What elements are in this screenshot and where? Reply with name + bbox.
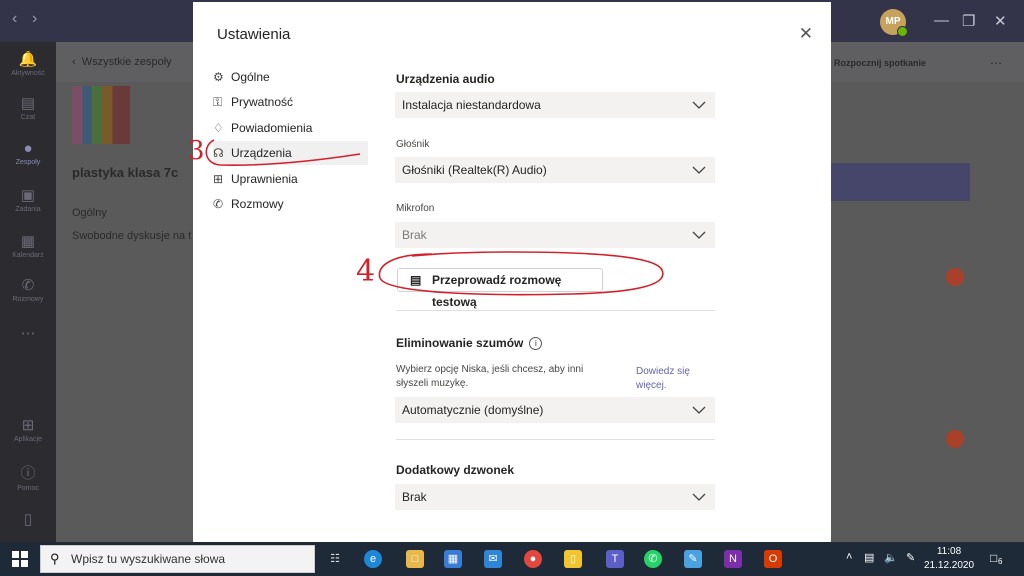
rail-more[interactable]: ⋯ [0,324,56,344]
noise-suppression-title: Eliminowanie szumów i [396,336,543,351]
reaction-icon [946,430,964,448]
search-icon: ⚲ [50,551,60,566]
store-icon[interactable]: ▦ [444,550,462,568]
mail-icon[interactable]: ✉ [484,550,502,568]
back-arrow-icon[interactable]: ‹ [12,10,17,28]
chevron-up-icon[interactable]: ˄ [846,551,852,563]
rail-teams[interactable]: ● Zespoły [0,140,56,166]
rail-calls[interactable]: ✆ Rozmowy [0,276,56,303]
channel-name[interactable]: Ogólny [72,207,107,219]
windows-start-icon[interactable] [12,551,28,567]
teams-app-icon[interactable]: T [606,550,624,568]
back-all-teams-link[interactable]: ‹ Wszystkie zespoły [72,56,172,68]
divider [396,310,715,311]
channel-description: Swobodne dyskusje na t [72,230,192,242]
microphone-select[interactable]: Brak [395,222,715,248]
menu-item-privacy[interactable]: ⚿ Prywatność [213,90,368,114]
annotation-devices-mark [205,139,361,166]
apps-icon: ⊞ [21,417,35,434]
chevron-down-icon [692,406,706,414]
assignments-icon: ▣ [20,187,36,204]
phone-icon: ✆ [213,197,224,211]
more-icon: ⋯ [20,325,36,342]
notification-center-icon[interactable]: □ 6 [990,551,1006,567]
calendar-icon: ▦ [20,233,36,250]
maximize-icon[interactable]: ❐ [962,12,975,30]
bell-icon: 🔔 [18,51,38,68]
chevron-down-icon [692,493,706,501]
app-rail: 🔔 Aktywność ▤ Czat ● Zespoły ▣ Zadania ▦ Kale… [0,42,56,542]
rail-help[interactable]: ⓘ Pomoc [0,462,56,492]
menu-item-calls[interactable]: ✆ Rozmowy [213,192,368,216]
avatar[interactable]: MP [880,9,908,37]
status-dot [897,26,908,37]
close-window-icon[interactable]: ✕ [994,12,1007,30]
dialog-title: Ustawienia [217,26,291,43]
chevron-down-icon [692,166,706,174]
speaker-select[interactable]: Głośniki (Realtek(R) Audio) [395,157,715,183]
close-icon[interactable]: ✕ [799,24,813,44]
mobile-icon: ▯ [23,511,33,528]
edge-icon[interactable]: e [364,550,382,568]
taskbar-clock[interactable]: 11:08 21.12.2020 [924,545,974,573]
divider [396,439,715,440]
taskbar: ⚲ Wpisz tu wyszukiwane słowa ☷ e □ ▦ ✉ ● … [0,542,1024,576]
chat-icon: ▤ [20,95,36,112]
team-image [72,86,130,144]
team-name: plastyka klasa 7c [72,165,179,180]
pen-icon[interactable]: ✎ [906,551,915,564]
start-meeting-button[interactable]: Rozpocznij spotkanie [834,58,926,68]
audio-device-select[interactable]: Instalacja niestandardowa [395,92,715,118]
office-icon[interactable]: O [764,550,782,568]
notes-icon[interactable]: ▯ [564,550,582,568]
info-icon[interactable]: i [529,337,543,351]
volume-icon[interactable]: 🔈 [884,551,898,564]
noise-suppression-select[interactable]: Automatycznie (domyślne) [395,397,715,423]
audio-devices-title: Urządzenia audio [396,72,495,86]
annotation-test-call-circle [378,251,664,296]
speaker-label: Głośnik [396,139,430,150]
more-options-icon[interactable]: ⋯ [990,56,1002,70]
message-highlight [830,163,970,201]
secondary-ringer-title: Dodatkowy dzwonek [396,463,515,477]
whatsapp-icon[interactable]: ✆ [644,550,662,568]
minimize-icon[interactable]: — [934,12,949,29]
rail-apps[interactable]: ⊞ Aplikacje [0,416,56,443]
rail-activity[interactable]: 🔔 Aktywność [0,50,56,77]
menu-item-general[interactable]: ⚙ Ogólne [213,65,368,89]
reaction-icon [946,268,964,286]
noise-description: Wybierz opcję Niska, jeśli chcesz, aby i… [396,364,584,389]
chevron-down-icon [692,101,706,109]
rail-calendar[interactable]: ▦ Kalendarz [0,232,56,259]
learn-more-link[interactable]: Dowiedz się więcej. [636,365,706,393]
phone-icon: ✆ [21,277,35,294]
secondary-ringer-select[interactable]: Brak [395,484,715,510]
chrome-icon[interactable]: ● [524,550,542,568]
teams-icon: ● [23,140,33,157]
taskbar-search-input[interactable]: ⚲ Wpisz tu wyszukiwane słowa [40,545,315,573]
rail-device[interactable]: ▯ [0,510,56,530]
onenote-icon[interactable]: N [724,550,742,568]
chevron-down-icon [692,231,706,239]
lock-icon: ⚿ [213,95,223,109]
file-explorer-icon[interactable]: □ [406,550,424,568]
rail-assignments[interactable]: ▣ Zadania [0,186,56,213]
gear-icon: ⚙ [213,70,224,84]
forward-arrow-icon[interactable]: › [32,10,37,28]
network-icon[interactable]: ▤ [864,551,874,564]
help-icon: ⓘ [20,465,36,482]
microphone-label: Mikrofon [396,203,435,214]
rail-chat[interactable]: ▤ Czat [0,94,56,121]
paint-icon[interactable]: ✎ [684,550,702,568]
task-view-icon[interactable]: ☷ [326,550,344,568]
